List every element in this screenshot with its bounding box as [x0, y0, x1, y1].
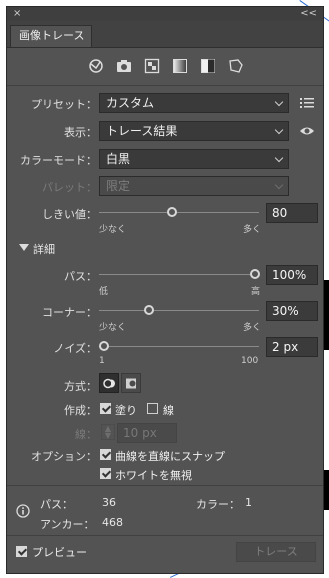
palette-value: 限定	[106, 179, 131, 193]
stroke-checkbox[interactable]	[147, 403, 158, 414]
threshold-max-label: 多く	[243, 225, 262, 235]
grayscale-icon[interactable]	[171, 57, 189, 75]
stroke-width-input: 10 px	[117, 423, 177, 443]
details-toggle[interactable]: 詳細	[33, 241, 55, 257]
auto-color-preset-icon[interactable]	[87, 57, 105, 75]
ignore-white-checkbox[interactable]	[100, 468, 111, 479]
noise-slider-track[interactable]	[99, 346, 259, 347]
view-select[interactable]: トレース結果	[99, 121, 289, 141]
snap-curves-label: 曲線を直線にスナップ	[115, 450, 225, 463]
separator	[7, 535, 323, 536]
mode-select[interactable]: 白黒	[99, 149, 289, 169]
info-paths-value: 36	[102, 496, 116, 509]
disclosure-triangle-icon[interactable]	[19, 244, 29, 252]
separator	[7, 485, 323, 486]
threshold-label: しきい値：	[42, 208, 97, 221]
create-label: 作成：	[64, 404, 97, 417]
corners-max-label: 多く	[243, 323, 262, 333]
paths-max-label: 高	[251, 287, 261, 297]
close-icon[interactable]: ×	[13, 7, 21, 21]
preset-select[interactable]: カスタム	[99, 93, 289, 113]
noise-max-label: 100	[241, 356, 259, 366]
info-colors-label: カラー：	[196, 498, 240, 511]
outline-icon[interactable]	[227, 57, 245, 75]
info-colors-value: 1	[245, 496, 252, 509]
noise-slider-knob[interactable]	[99, 341, 109, 351]
stroke-width-stepper: ▲ ▼	[101, 424, 115, 440]
noise-min-label: 1	[99, 356, 105, 366]
overlapping-method-icon	[126, 378, 136, 389]
method-label: 方式：	[64, 380, 97, 393]
paths-min-label: 低	[99, 287, 109, 297]
paths-label: パス：	[64, 270, 97, 283]
stroke-checkbox-label: 線	[163, 404, 174, 417]
info-icon	[16, 504, 30, 518]
stroke-width-label: 線：	[75, 428, 97, 441]
threshold-input[interactable]: 80	[266, 203, 318, 223]
panel-titlebar: × <<	[7, 7, 323, 21]
palette-select: 限定	[99, 176, 289, 196]
paths-input[interactable]: 100%	[266, 265, 318, 285]
threshold-min-label: 少なく	[99, 225, 127, 235]
snap-curves-checkbox[interactable]	[100, 449, 111, 460]
abutting-method-icon	[103, 378, 115, 389]
paths-slider-track[interactable]	[99, 274, 259, 275]
corners-slider-track[interactable]	[99, 310, 259, 311]
mode-value: 白黒	[106, 152, 131, 166]
chevron-down-icon	[274, 97, 284, 107]
tab-image-trace[interactable]: 画像トレース	[10, 25, 92, 47]
panel-menu-icon[interactable]	[300, 97, 314, 109]
trace-button[interactable]: トレース	[236, 542, 316, 562]
preset-icons-row	[87, 57, 252, 77]
threshold-slider-track[interactable]	[99, 212, 259, 213]
preview-label: プレビュー	[32, 546, 87, 559]
info-anchors-value: 468	[102, 516, 123, 529]
black-white-icon[interactable]	[199, 57, 217, 75]
image-trace-panel: × << 画像トレース プリセット： カスタム 表示： トレース結果 カラーモー…	[6, 6, 324, 574]
separator	[7, 85, 323, 86]
method-overlapping-button[interactable]	[121, 373, 141, 393]
ignore-white-label: ホワイトを無視	[115, 469, 192, 482]
chevron-down-icon	[274, 125, 284, 135]
collapse-icon[interactable]: <<	[300, 7, 317, 21]
view-value: トレース結果	[106, 124, 178, 138]
paths-slider-knob[interactable]	[250, 269, 260, 279]
threshold-slider-knob[interactable]	[166, 207, 177, 217]
fill-checkbox-label: 塗り	[115, 404, 137, 417]
corners-label: コーナー：	[42, 306, 97, 319]
options-label: オプション：	[31, 450, 97, 463]
method-abutting-button[interactable]	[99, 373, 119, 393]
preset-value: カスタム	[106, 96, 155, 110]
noise-label: ノイズ：	[53, 342, 97, 355]
eye-icon[interactable]	[299, 125, 315, 137]
corners-slider-knob[interactable]	[144, 305, 155, 315]
tab-bar: 画像トレース	[7, 21, 323, 48]
fill-checkbox[interactable]	[100, 403, 111, 414]
noise-input[interactable]: 2 px	[266, 337, 318, 357]
grid-preset-icon[interactable]	[143, 57, 161, 75]
chevron-down-icon	[274, 153, 284, 163]
view-label: 表示：	[64, 126, 97, 139]
corners-input[interactable]: 30%	[266, 301, 318, 321]
info-paths-label: パス：	[40, 498, 73, 511]
mode-label: カラーモード：	[20, 154, 97, 167]
info-anchors-label: アンカー：	[40, 518, 95, 531]
corners-min-label: 少なく	[99, 323, 127, 333]
preset-label: プリセット：	[31, 98, 97, 111]
chevron-down-icon	[274, 180, 284, 190]
palette-label: パレット：	[42, 181, 97, 194]
camera-icon[interactable]	[115, 57, 133, 75]
preview-checkbox[interactable]	[16, 546, 27, 557]
